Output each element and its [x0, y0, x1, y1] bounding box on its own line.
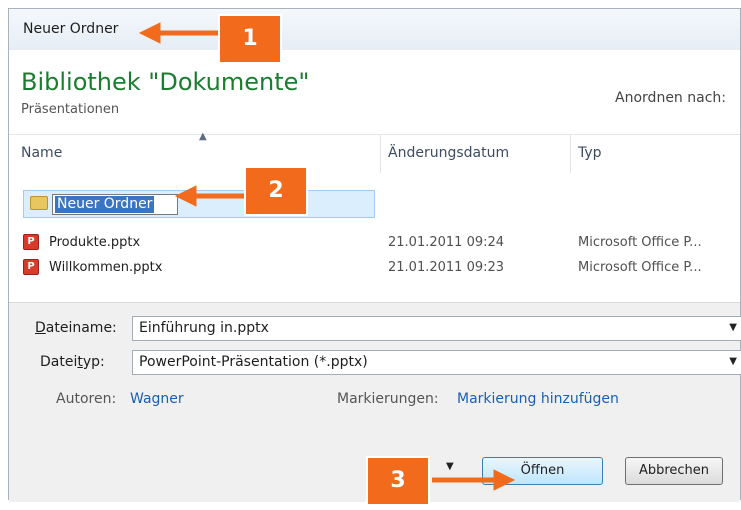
callout-3-arrowhead	[493, 469, 516, 491]
callout-2-badge: 2	[244, 166, 308, 216]
callout-arrows	[138, 22, 516, 491]
callout-3-badge: 3	[366, 456, 430, 506]
callout-2-arrowhead	[174, 185, 197, 207]
callout-1-arrowhead	[138, 22, 161, 44]
